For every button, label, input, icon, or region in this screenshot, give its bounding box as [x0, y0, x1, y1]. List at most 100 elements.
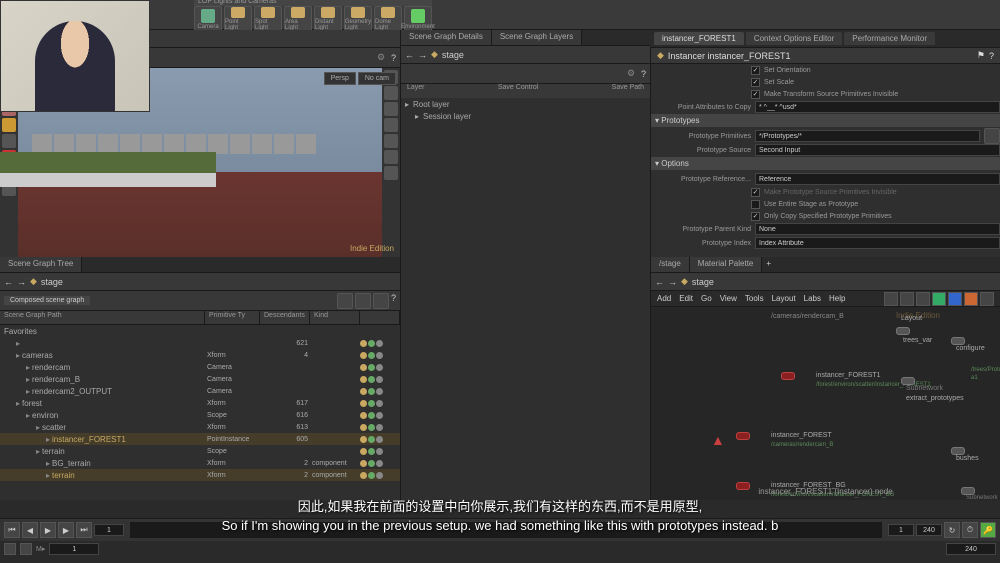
tree-help-icon[interactable]: ? — [391, 293, 396, 309]
menu-help[interactable]: Help — [829, 294, 845, 303]
layer-gear[interactable]: ⚙ — [627, 68, 639, 80]
goto-end[interactable]: ⏭ — [76, 522, 92, 538]
fwd-icon-2[interactable]: → — [17, 277, 26, 287]
add-tab-icon[interactable]: + — [762, 257, 775, 272]
step-fwd[interactable]: ▶ — [58, 522, 74, 538]
tree-row[interactable]: ▸ scatterXform613 — [0, 421, 400, 433]
proto-parent-select[interactable] — [755, 223, 1000, 235]
domelight-shelf-btn[interactable]: Dome Light — [374, 6, 402, 32]
persp-dropdown[interactable]: Persp — [324, 72, 356, 85]
cam-dropdown[interactable]: No cam — [358, 72, 396, 85]
tab-perfmon[interactable]: Performance Monitor — [844, 32, 935, 45]
net-icon-4[interactable] — [932, 292, 946, 306]
col-desc[interactable]: Descendants — [260, 311, 310, 324]
rtool-2[interactable] — [384, 86, 398, 100]
proto-prims-btn[interactable] — [984, 128, 1000, 144]
chk-opt2[interactable] — [751, 200, 760, 209]
savepath-col[interactable]: Save Path — [612, 84, 644, 98]
frame-range-end[interactable] — [916, 524, 942, 536]
tree-row[interactable]: ▸ environScope616 — [0, 409, 400, 421]
chk-orient[interactable]: ✓ — [751, 66, 760, 75]
proto-ref-select[interactable] — [755, 173, 1000, 185]
rtool-4[interactable] — [384, 118, 398, 132]
tree-row[interactable]: ▸ terrainXform2component — [0, 469, 400, 481]
tree-tool-1[interactable] — [337, 293, 353, 309]
stage-path-3[interactable]: stage — [442, 50, 464, 60]
menu-edit[interactable]: Edit — [679, 294, 693, 303]
net-stage[interactable]: stage — [692, 277, 714, 287]
stage-tab[interactable]: /stage — [651, 257, 690, 272]
envlight-shelf-btn[interactable]: Environment — [404, 6, 432, 32]
auto-icon-2[interactable] — [20, 543, 32, 555]
gear-icon[interactable]: ⚙ — [377, 52, 389, 64]
frame-end[interactable] — [946, 543, 996, 555]
col-kind[interactable]: Kind — [310, 311, 360, 324]
camera-shelf-btn[interactable]: Camera — [194, 6, 222, 32]
network-view[interactable]: Indie Edition /cameras/rendercam_B ▲ ins… — [651, 307, 1000, 500]
pointlight-shelf-btn[interactable]: Point Light — [224, 6, 252, 32]
root-layer-row[interactable]: ▸ Root layer — [401, 98, 650, 110]
loop-icon[interactable]: ↻ — [944, 522, 960, 538]
node-help-icon[interactable]: ? — [989, 51, 994, 61]
stage-path-2[interactable]: stage — [41, 277, 63, 287]
tree-tool-2[interactable] — [355, 293, 371, 309]
goto-start[interactable]: ⏮ — [4, 522, 20, 538]
net-fwd[interactable]: → — [668, 277, 677, 287]
tree-tool-3[interactable] — [373, 293, 389, 309]
tab-instancer[interactable]: instancer_FOREST1 — [654, 32, 744, 45]
proto-source-select[interactable] — [755, 144, 1000, 156]
arealight-shelf-btn[interactable]: Area Light — [284, 6, 312, 32]
tool-4[interactable] — [2, 118, 16, 132]
tree-row[interactable]: ▸ rendercam2_OUTPUTCamera — [0, 385, 400, 397]
point-attrs-input[interactable] — [755, 101, 1000, 113]
distantlight-shelf-btn[interactable]: Distant Light — [314, 6, 342, 32]
rtool-3[interactable] — [384, 102, 398, 116]
matpal-tab[interactable]: Material Palette — [690, 257, 763, 272]
col-type[interactable]: Primitive Ty — [205, 311, 260, 324]
tool-5[interactable] — [2, 134, 16, 148]
net-icon-7[interactable] — [980, 292, 994, 306]
graph-filter[interactable]: Composed scene graph — [4, 296, 90, 305]
spotlight-shelf-btn[interactable]: Spot Light — [254, 6, 282, 32]
frame-range-start[interactable] — [888, 524, 914, 536]
fwd-icon-3[interactable]: → — [418, 50, 427, 60]
help-icon[interactable]: ? — [391, 53, 396, 63]
back-icon-3[interactable]: ← — [405, 50, 414, 60]
back-icon-2[interactable]: ← — [4, 277, 13, 287]
frame-start[interactable] — [94, 524, 124, 536]
scene-tree-tab[interactable]: Scene Graph Tree — [0, 257, 82, 272]
chk-scale[interactable]: ✓ — [751, 78, 760, 87]
tree-row[interactable]: ▸ BG_terrainXform2component — [0, 457, 400, 469]
proto-index-select[interactable] — [755, 237, 1000, 249]
menu-layout[interactable]: Layout — [772, 294, 796, 303]
menu-view[interactable]: View — [720, 294, 737, 303]
layer-help[interactable]: ? — [641, 69, 646, 79]
node-forest1[interactable] — [781, 372, 795, 380]
scene-graph-tree[interactable]: Scene Graph Path Primitive Ty Descendant… — [0, 311, 400, 500]
play-button[interactable]: ▶ — [40, 522, 56, 538]
layers-tab[interactable]: Scene Graph Layers — [492, 30, 582, 45]
menu-go[interactable]: Go — [701, 294, 712, 303]
options-group[interactable]: ▾ Options — [651, 157, 1000, 170]
col-path[interactable]: Scene Graph Path — [0, 311, 205, 324]
menu-add[interactable]: Add — [657, 294, 671, 303]
net-back[interactable]: ← — [655, 277, 664, 287]
menu-tools[interactable]: Tools — [745, 294, 764, 303]
tree-row[interactable]: ▸ camerasXform4 — [0, 349, 400, 361]
node-flag-icon[interactable]: ⚑ — [977, 50, 985, 61]
tree-row[interactable]: ▸ rendercamCamera — [0, 361, 400, 373]
geomlight-shelf-btn[interactable]: Geometry Light — [344, 6, 372, 32]
tree-row[interactable]: ▸ instancer_FOREST1PointInstance605 — [0, 433, 400, 445]
session-layer-row[interactable]: ▸ Session layer — [401, 110, 650, 122]
prototypes-group[interactable]: ▾ Prototypes — [651, 114, 1000, 127]
realtime-icon[interactable]: ⏱ — [962, 522, 978, 538]
chk-invis[interactable]: ✓ — [751, 90, 760, 99]
tree-row[interactable]: ▸ 621 — [0, 337, 400, 349]
node-bushes[interactable] — [951, 447, 965, 455]
net-icon-2[interactable] — [900, 292, 914, 306]
step-back[interactable]: ◀ — [22, 522, 38, 538]
tree-row[interactable]: ▸ forestXform617 — [0, 397, 400, 409]
auto-icon[interactable] — [4, 543, 16, 555]
node-trees-var[interactable] — [896, 327, 910, 335]
net-icon-5[interactable] — [948, 292, 962, 306]
